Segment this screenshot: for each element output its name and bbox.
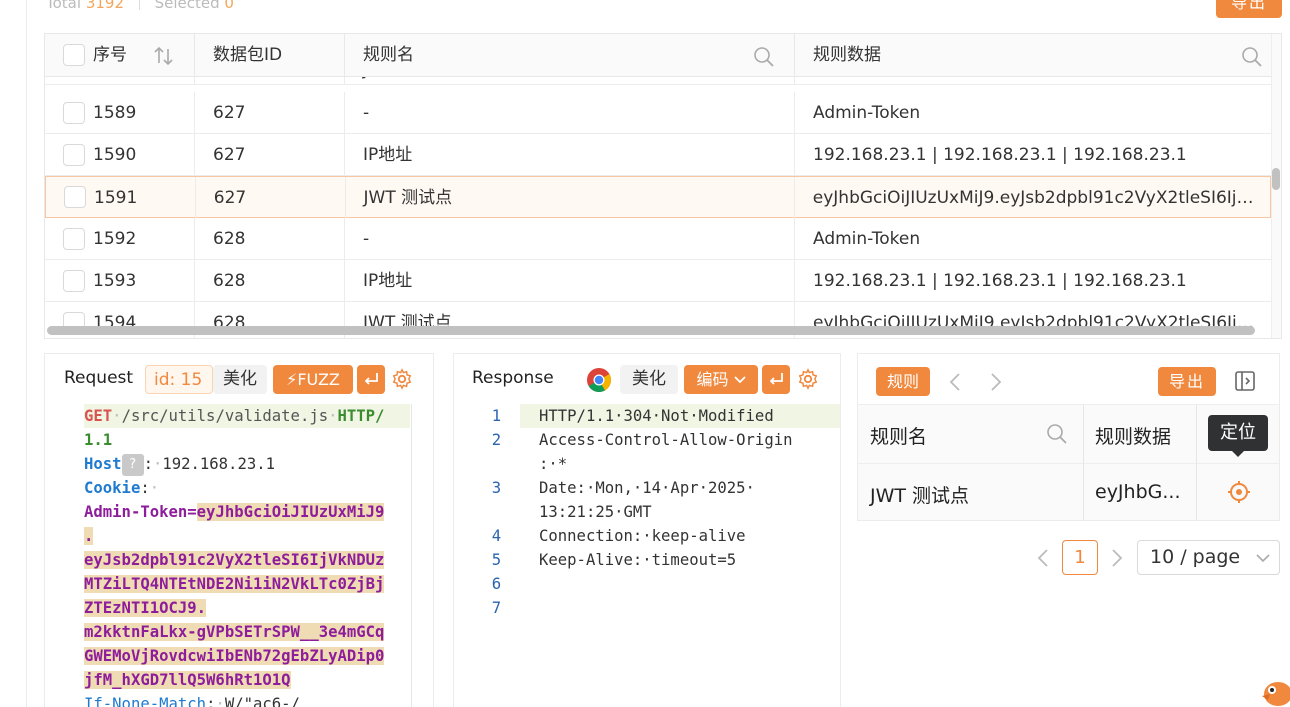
request-wrap-button[interactable]	[357, 365, 385, 394]
table-row[interactable]: 1590 627 IP地址 192.168.23.1 | 192.168.23.…	[45, 134, 1271, 176]
row-checkbox[interactable]	[63, 144, 85, 166]
wrap-icon	[364, 373, 378, 385]
response-wrap-button[interactable]	[762, 365, 790, 394]
page-size-select[interactable]: 10 / page	[1137, 540, 1280, 575]
selected-value: 0	[224, 0, 234, 12]
sort-icon[interactable]	[153, 46, 175, 66]
mascot-icon[interactable]	[1258, 672, 1290, 707]
response-panel: Response 美化 编码 1 HTTP/1.1·304·Not·Modifie…	[453, 353, 841, 707]
chevron-left-icon[interactable]	[948, 372, 962, 392]
response-title: Response	[472, 368, 554, 388]
table-header: 序号 数据包ID 规则名 规则数据	[45, 34, 1271, 77]
request-editor[interactable]: GET·/src/utils/validate.js·HTTP/ 1.1 Hos…	[84, 404, 410, 707]
gear-icon[interactable]	[797, 368, 819, 390]
rules-table-row[interactable]: JWT 测试点 eyJhbG...	[858, 464, 1279, 520]
rules-header-rule-data: 规则数据	[1095, 426, 1172, 448]
select-all-checkbox[interactable]	[63, 44, 85, 66]
pagination-next-icon[interactable]	[1110, 548, 1124, 568]
request-gutter-line	[411, 404, 412, 707]
encode-dropdown[interactable]: 编码	[684, 365, 758, 394]
chevron-right-icon[interactable]	[989, 372, 1003, 392]
summary-bar: Total 3192 Selected 0	[46, 0, 234, 12]
pagination-prev-icon[interactable]	[1036, 548, 1050, 568]
header-rule-data: 规则数据	[795, 34, 1271, 77]
search-icon[interactable]	[1241, 46, 1263, 68]
row-packet-id: 628	[213, 229, 246, 249]
header-seq: 序号	[45, 34, 195, 77]
header-seq-label: 序号	[93, 45, 127, 65]
chrome-icon[interactable]	[586, 367, 612, 393]
row-checkbox[interactable]	[63, 270, 85, 292]
row-packet-id: 627	[213, 103, 246, 123]
total-label: Total	[46, 0, 82, 12]
header-packet-id-label: 数据包ID	[213, 45, 283, 65]
row-rule-name: -	[363, 103, 370, 123]
row-seq: 1591	[94, 188, 138, 208]
hint-icon: ?	[121, 453, 144, 476]
row-rule-name: -	[363, 229, 370, 249]
packet-table: 序号 数据包ID 规则名 规则数据 1589 627 - Admin-Token…	[44, 33, 1282, 339]
search-icon[interactable]	[753, 46, 775, 68]
response-beautify-button[interactable]: 美化	[620, 365, 678, 394]
pagination-current-page[interactable]: 1	[1062, 540, 1098, 575]
row-checkbox[interactable]	[63, 228, 85, 250]
rules-export-button[interactable]: 导出	[1158, 367, 1216, 396]
rules-row-rule-data: eyJhbG...	[1095, 481, 1181, 503]
chevron-down-icon	[733, 376, 746, 384]
page-size-value: 10 / page	[1150, 546, 1241, 568]
app-page: Total 3192 Selected 0 导出 序号 数据包ID 规则名 规则…	[0, 0, 1290, 707]
table-row[interactable]: 1593 628 IP地址 192.168.23.1 | 192.168.23.…	[45, 260, 1271, 302]
rules-tab[interactable]: 规则	[876, 367, 930, 396]
fuzz-label: FUZZ	[297, 370, 340, 389]
row-checkbox[interactable]	[63, 102, 85, 124]
request-title: Request	[64, 368, 134, 388]
rules-header-rule-name: 规则名	[870, 426, 928, 448]
lightning-icon: ⚡	[286, 370, 298, 389]
fuzz-button[interactable]: ⚡FUZZ	[273, 365, 353, 394]
table-row-selected[interactable]: 1591 627 JWT 测试点 eyJhbGciOiJIUzUxMiJ9.ey…	[45, 176, 1271, 219]
response-editor[interactable]: 1 HTTP/1.1·304·Not·Modified 2 Access-Contr…	[454, 404, 840, 620]
row-packet-id: 628	[213, 271, 246, 291]
row-rule-data: 192.168.23.1 | 192.168.23.1 | 192.168.23…	[813, 271, 1187, 291]
rules-row-rule-name: JWT 测试点	[870, 485, 970, 507]
row-seq: 1590	[93, 145, 137, 165]
selected-label: Selected	[154, 0, 220, 12]
row-rule-data: 192.168.23.1 | 192.168.23.1 | 192.168.23…	[813, 145, 1187, 165]
locate-tooltip: 定位	[1208, 415, 1268, 457]
row-seq: 1592	[93, 229, 137, 249]
table-row[interactable]: 1592 628 - Admin-Token	[45, 218, 1271, 260]
table-row[interactable]: 1589 627 - Admin-Token	[45, 92, 1271, 134]
row-rule-data: eyJhbGciOiJIUzUxMiJ9.eyJsb2dpbl91c2VyX2t…	[812, 188, 1263, 208]
header-rule-data-label: 规则数据	[813, 45, 881, 65]
horizontal-scrollbar-thumb[interactable]	[47, 326, 1255, 335]
row-rule-data: Admin-Token	[813, 103, 921, 123]
row-seq: 1593	[93, 271, 137, 291]
row-packet-id: 627	[213, 145, 246, 165]
request-panel: Request id: 15 美化 ⚡FUZZ GET·/src/utils/v…	[44, 353, 434, 707]
export-button[interactable]: 导出	[1216, 0, 1282, 18]
row-checkbox[interactable]	[64, 186, 86, 208]
row-packet-id: 627	[213, 188, 247, 208]
row-rule-name: IP地址	[363, 271, 413, 291]
total-value: 3192	[85, 0, 125, 12]
locate-icon[interactable]	[1227, 480, 1251, 504]
header-rule-name: 规则名	[345, 34, 795, 77]
summary-divider	[138, 0, 140, 10]
row-rule-name: IP地址	[363, 145, 413, 165]
left-gutter	[0, 0, 27, 707]
vertical-scrollbar-thumb[interactable]	[1272, 168, 1280, 190]
request-beautify-button[interactable]: 美化	[213, 365, 267, 394]
request-id-badge: id: 15	[145, 365, 213, 394]
panel-collapse-icon[interactable]	[1234, 370, 1256, 392]
header-rule-name-label: 规则名	[363, 45, 414, 65]
gear-icon[interactable]	[391, 368, 413, 390]
row-rule-data: Admin-Token	[813, 229, 921, 249]
wrap-icon	[769, 373, 783, 385]
header-packet-id: 数据包ID	[195, 34, 345, 77]
row-seq: 1589	[93, 103, 137, 123]
search-icon[interactable]	[1046, 423, 1068, 445]
encode-label: 编码	[696, 370, 729, 389]
row-rule-name: JWT 测试点	[363, 188, 453, 208]
chevron-down-icon	[1256, 554, 1270, 563]
